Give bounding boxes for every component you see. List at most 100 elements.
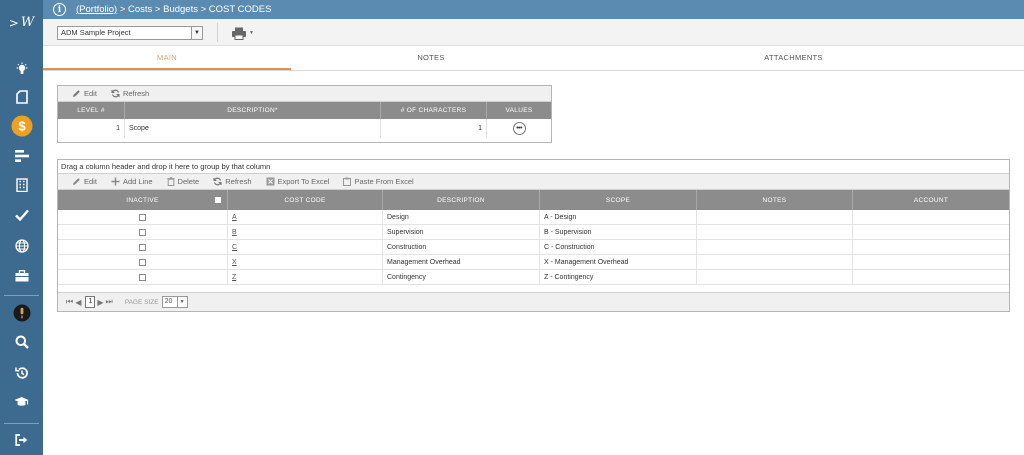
table-row[interactable]: B Supervision B - Supervision: [58, 225, 1009, 240]
delete-button[interactable]: Delete: [166, 177, 199, 186]
inactive-checkbox[interactable]: [139, 258, 146, 266]
levels-edit-button[interactable]: Edit: [72, 89, 97, 98]
info-icon[interactable]: i: [53, 3, 66, 16]
table-row[interactable]: X Management Overhead X - Management Ove…: [58, 255, 1009, 270]
column-header-inactive[interactable]: INACTIVE: [58, 190, 228, 210]
account-cell: [853, 255, 1009, 269]
column-header-characters[interactable]: # OF CHARACTERS: [381, 102, 487, 119]
paste-label: Paste From Excel: [354, 177, 414, 186]
briefcase-icon[interactable]: [0, 264, 43, 288]
cost-codes-header: INACTIVE COST CODE DESCRIPTION SCOPE NOT…: [58, 190, 1009, 210]
cost-code-cell: A: [228, 210, 383, 224]
paste-from-excel-button[interactable]: Paste From Excel: [343, 177, 414, 186]
more-options-icon[interactable]: •••: [512, 122, 526, 135]
levels-grid: Edit Refresh LEVEL # DESCRIPTION* # OF C…: [57, 85, 552, 143]
cost-code-link[interactable]: C: [232, 244, 237, 251]
breadcrumb-portfolio-link[interactable]: (Portfolio): [76, 4, 117, 15]
table-row[interactable]: Z Contingency Z - Contingency: [58, 270, 1009, 285]
tab-attachments[interactable]: ATTACHMENTS: [571, 46, 1016, 70]
column-header-cost-code[interactable]: COST CODE: [228, 190, 383, 210]
account-cell: [853, 210, 1009, 224]
column-header-description[interactable]: DESCRIPTION: [383, 190, 540, 210]
print-button[interactable]: ▼: [231, 26, 257, 40]
history-icon[interactable]: [0, 361, 43, 385]
search-icon[interactable]: [0, 330, 43, 354]
logout-icon[interactable]: [0, 428, 43, 452]
first-page-icon[interactable]: ⏮: [66, 297, 73, 307]
add-line-label: Add Line: [122, 177, 153, 186]
chevron-down-icon[interactable]: ▼: [191, 27, 202, 39]
mic-icon[interactable]: [0, 301, 43, 325]
table-row[interactable]: A Design A - Design: [58, 210, 1009, 225]
svg-text:$: $: [18, 119, 26, 134]
print-dropdown-chevron-icon[interactable]: ▼: [249, 30, 254, 36]
inactive-cell: [58, 225, 228, 239]
column-header-account[interactable]: ACCOUNT: [853, 190, 1009, 210]
dollar-icon[interactable]: $: [0, 114, 43, 138]
scope-cell: C - Construction: [540, 240, 697, 254]
inactive-checkbox[interactable]: [139, 243, 146, 251]
tab-main[interactable]: MAIN: [43, 46, 291, 70]
refresh-icon: [213, 177, 222, 186]
check-icon[interactable]: [0, 203, 43, 227]
tab-notes[interactable]: NOTES: [291, 46, 571, 70]
cost-code-link[interactable]: X: [232, 259, 237, 266]
inactive-checkbox[interactable]: [139, 213, 146, 221]
clipboard-icon: [343, 177, 352, 186]
printer-icon: [232, 27, 246, 40]
refresh-icon: [111, 89, 120, 98]
group-by-drop-area[interactable]: Drag a column header and drop it here to…: [58, 160, 1009, 174]
levels-refresh-button[interactable]: Refresh: [111, 89, 149, 98]
export-label: Export To Excel: [277, 177, 330, 186]
page-size-select[interactable]: 20 ▼: [161, 296, 188, 308]
notes-cell: [697, 255, 853, 269]
cost-codes-toolbar: Edit Add Line Delete Refresh Export To E…: [58, 174, 1009, 190]
chevron-down-icon[interactable]: ▼: [176, 297, 187, 307]
app-logo[interactable]: > W: [0, 0, 43, 45]
column-header-scope[interactable]: SCOPE: [540, 190, 697, 210]
account-cell: [853, 270, 1009, 284]
expand-chevron-icon[interactable]: >: [9, 16, 19, 30]
cost-code-link[interactable]: Z: [232, 274, 236, 281]
refresh-button[interactable]: Refresh: [213, 177, 252, 186]
plus-icon: [111, 177, 120, 186]
next-page-icon[interactable]: ▶: [97, 298, 103, 307]
select-all-checkbox[interactable]: [215, 197, 221, 203]
levels-grid-header: LEVEL # DESCRIPTION* # OF CHARACTERS VAL…: [58, 102, 551, 119]
cost-code-link[interactable]: A: [232, 214, 237, 221]
current-page[interactable]: 1: [85, 296, 96, 308]
inactive-checkbox[interactable]: [139, 228, 146, 236]
add-line-button[interactable]: Add Line: [111, 177, 153, 186]
graduation-cap-icon[interactable]: [0, 390, 43, 414]
globe-icon[interactable]: [0, 234, 43, 258]
export-to-excel-button[interactable]: Export To Excel: [266, 177, 330, 186]
inactive-checkbox[interactable]: [139, 273, 146, 281]
tab-bar: MAIN NOTES ATTACHMENTS: [43, 46, 1024, 71]
cost-code-link[interactable]: B: [232, 229, 237, 236]
gantt-icon[interactable]: [0, 144, 43, 168]
edit-button[interactable]: Edit: [72, 177, 97, 186]
toolbar-divider: [217, 23, 218, 42]
column-header-values[interactable]: VALUES: [487, 102, 551, 119]
lightbulb-icon[interactable]: [0, 57, 43, 81]
table-row[interactable]: C Construction C - Construction: [58, 240, 1009, 255]
building-icon[interactable]: [0, 173, 43, 197]
inactive-cell: [58, 270, 228, 284]
column-header-notes[interactable]: NOTES: [697, 190, 853, 210]
column-header-level[interactable]: LEVEL #: [58, 102, 125, 119]
last-page-icon[interactable]: ⏭: [106, 297, 113, 307]
column-header-description[interactable]: DESCRIPTION*: [125, 102, 381, 119]
inactive-cell: [58, 210, 228, 224]
scope-cell: Z - Contingency: [540, 270, 697, 284]
description-cell: Design: [383, 210, 540, 224]
levels-grid-toolbar: Edit Refresh: [58, 86, 551, 102]
project-select[interactable]: ADM Sample Project ▼: [57, 26, 203, 40]
table-row[interactable]: 1 Scope 1 •••: [58, 119, 551, 138]
excel-icon: [266, 177, 274, 186]
cost-code-cell: X: [228, 255, 383, 269]
document-icon[interactable]: [0, 85, 43, 109]
pager: ⏮ ◀ 1 ▶ ⏭ PAGE SIZE 20 ▼: [58, 292, 1009, 311]
cost-code-cell: B: [228, 225, 383, 239]
previous-page-icon[interactable]: ◀: [75, 298, 81, 307]
cost-codes-grid: Drag a column header and drop it here to…: [57, 159, 1010, 312]
